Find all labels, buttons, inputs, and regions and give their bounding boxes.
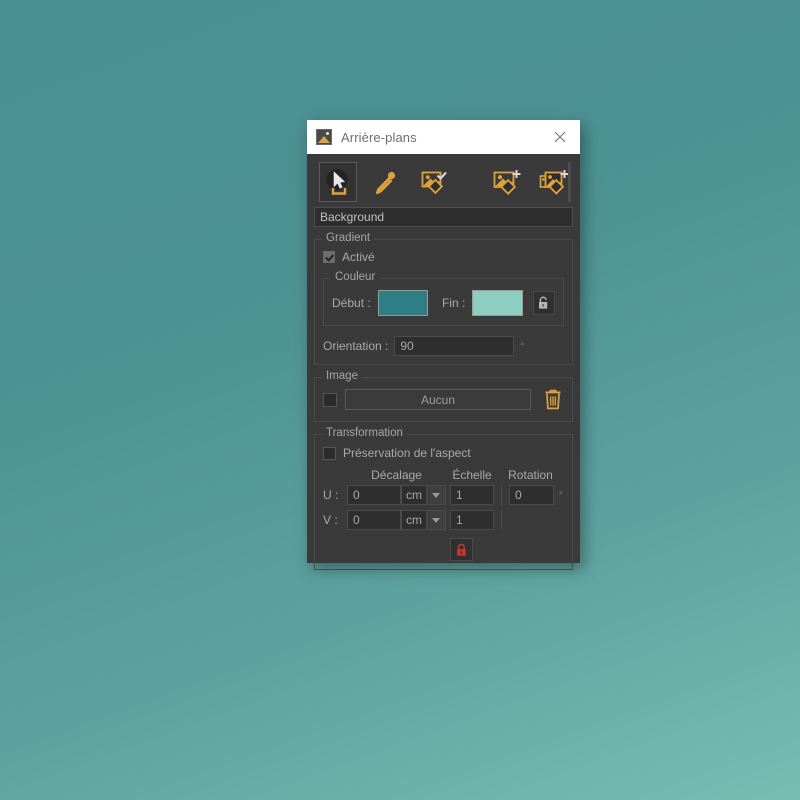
dialog-body: Background Gradient Activé Couleur Début…	[307, 154, 580, 570]
row-label-v: V :	[323, 513, 338, 527]
cursor-select-icon	[326, 169, 348, 195]
dialog-title: Arrière-plans	[341, 129, 417, 145]
image-check-icon	[421, 171, 447, 195]
image-delete-button[interactable]	[542, 389, 564, 410]
background-name-input[interactable]: Background	[314, 207, 573, 227]
eyedropper-icon	[375, 171, 395, 195]
images-plus-icon	[539, 170, 569, 195]
transformation-group-legend: Transformation	[322, 427, 407, 439]
chevron-down-icon	[426, 511, 445, 529]
orientation-input[interactable]: 90	[394, 336, 515, 356]
preserve-aspect-label: Préservation de l'aspect	[343, 446, 471, 460]
transform-column-headers: Décalage Échelle Rotation	[323, 468, 564, 482]
color-link-lock-button[interactable]	[532, 291, 555, 315]
backgrounds-dialog: Arrière-plans Background Gradient Activé…	[307, 120, 580, 570]
trash-icon	[545, 389, 561, 410]
image-group-legend: Image	[322, 370, 362, 382]
gradient-group: Gradient Activé Couleur Début : Fin : Or…	[314, 232, 573, 365]
gradient-enabled-label: Activé	[342, 250, 375, 264]
gradient-enabled-row[interactable]: Activé	[323, 250, 564, 264]
start-color-label: Début :	[332, 296, 371, 310]
close-button[interactable]	[540, 120, 580, 154]
unit-u-combo[interactable]: cm	[401, 485, 446, 505]
rotation-unit: °	[559, 490, 563, 500]
gradient-enabled-checkbox[interactable]	[323, 251, 335, 263]
rotation-input[interactable]: 0	[509, 485, 554, 505]
offset-v-input[interactable]: 0	[347, 510, 401, 530]
unit-v-combo[interactable]: cm	[401, 510, 446, 530]
column-header-echelle: Échelle	[452, 468, 492, 482]
preserve-aspect-checkbox[interactable]	[323, 446, 336, 460]
couleur-row: Début : Fin :	[332, 290, 555, 316]
gradient-group-legend: Gradient	[322, 232, 375, 244]
end-color-swatch[interactable]	[472, 290, 523, 316]
image-group: Image Aucun	[314, 370, 573, 422]
add-background-tool[interactable]	[487, 162, 525, 202]
close-icon	[554, 131, 566, 143]
orientation-unit: °	[520, 341, 524, 351]
transform-row-u: U : 0 cm 1 0 °	[323, 485, 564, 505]
column-header-decalage: Décalage	[371, 468, 422, 482]
apply-background-tool[interactable]	[414, 162, 452, 202]
couleur-group-legend: Couleur	[331, 271, 380, 283]
transform-row-v: V : 0 cm 1	[323, 510, 564, 530]
transform-column-divider	[501, 485, 502, 505]
unlocked-padlock-icon	[539, 296, 548, 309]
orientation-label: Orientation :	[323, 339, 389, 353]
start-color-swatch[interactable]	[377, 290, 428, 316]
unit-v-value: cm	[406, 513, 422, 527]
transform-link-lock-row	[323, 538, 564, 561]
couleur-group: Couleur Début : Fin :	[323, 271, 564, 326]
select-pick-tool[interactable]	[319, 162, 358, 202]
end-color-label: Fin :	[441, 296, 466, 310]
eyedropper-tool[interactable]	[366, 162, 404, 202]
image-row: Aucun	[323, 389, 564, 410]
preserve-aspect-row[interactable]: Préservation de l'aspect	[323, 446, 564, 460]
row-label-u: U :	[323, 488, 339, 502]
dialog-toolbar	[314, 160, 573, 204]
orientation-row: Orientation : 90 °	[323, 336, 564, 356]
scale-link-lock-button[interactable]	[450, 538, 473, 561]
unit-u-value: cm	[406, 488, 422, 502]
image-layer-icon	[316, 129, 332, 145]
offset-u-input[interactable]: 0	[347, 485, 401, 505]
image-enabled-checkbox[interactable]	[323, 392, 337, 407]
locked-padlock-icon	[457, 543, 466, 556]
dialog-titlebar[interactable]: Arrière-plans	[307, 120, 580, 154]
transformation-group: Transformation Préservation de l'aspect …	[314, 427, 573, 570]
chevron-down-icon	[426, 486, 445, 504]
toolbar-scrollbar[interactable]	[568, 162, 571, 202]
image-select-button[interactable]: Aucun	[345, 389, 531, 410]
scale-u-input[interactable]: 1	[450, 485, 494, 505]
column-header-rotation: Rotation	[508, 468, 553, 482]
scale-v-input[interactable]: 1	[450, 510, 494, 530]
image-plus-icon	[494, 170, 521, 195]
